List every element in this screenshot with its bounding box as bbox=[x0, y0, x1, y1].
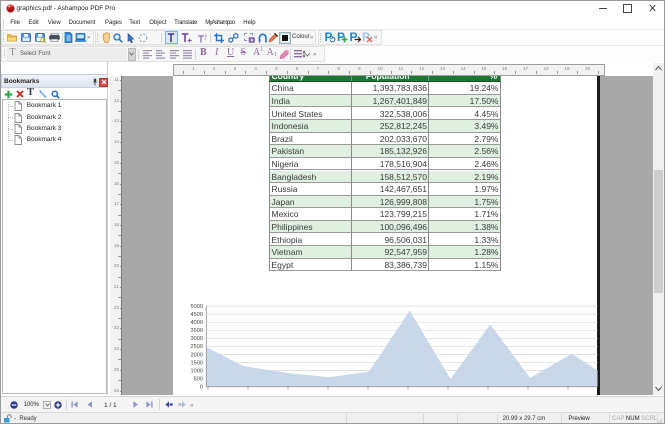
svg-text:500: 500 bbox=[194, 376, 203, 382]
svg-text:4500: 4500 bbox=[191, 312, 203, 318]
svg-text:2500: 2500 bbox=[191, 344, 203, 350]
svg-text:5000: 5000 bbox=[191, 304, 203, 310]
svg-text:0: 0 bbox=[200, 385, 203, 391]
svg-text:4000: 4000 bbox=[191, 320, 203, 326]
svg-text:1000: 1000 bbox=[191, 368, 203, 374]
svg-text:2000: 2000 bbox=[191, 352, 203, 358]
svg-text:3500: 3500 bbox=[191, 328, 203, 334]
svg-text:1500: 1500 bbox=[191, 360, 203, 366]
svg-text:3000: 3000 bbox=[191, 336, 203, 342]
